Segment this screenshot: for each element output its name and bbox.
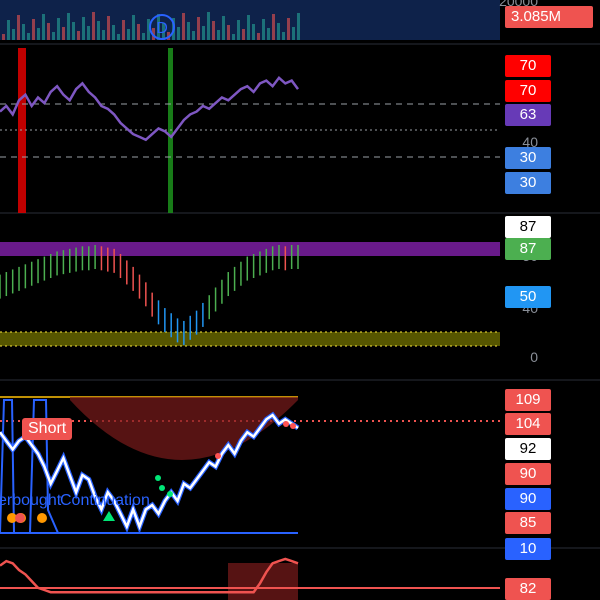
continuation-annotation: Continuation	[60, 492, 150, 509]
volume-bar	[202, 26, 205, 40]
volume-bar	[132, 15, 135, 40]
chart-stage: D 20000 3.085M 40 50 40 0 Short erbought…	[0, 0, 600, 600]
volume-bar	[112, 25, 115, 40]
volume-bar	[42, 14, 45, 40]
stoch-upper-band	[0, 242, 500, 256]
volume-bar	[242, 29, 245, 40]
osc-cloud	[70, 397, 298, 460]
volume-bar	[52, 32, 55, 40]
volume-bar	[277, 23, 280, 40]
osc-signal-dot	[37, 513, 47, 523]
volume-bar	[297, 13, 300, 40]
volume-bar	[187, 22, 190, 40]
price-badge: 85	[505, 512, 551, 534]
price-badge: 70	[505, 55, 551, 77]
bottom-cloud	[228, 563, 298, 600]
volume-bar	[282, 32, 285, 40]
price-badge: 90	[505, 488, 551, 510]
price-badge: 104	[505, 413, 551, 435]
price-badge: 87	[505, 216, 551, 238]
price-badge: 90	[505, 463, 551, 485]
volume-bar	[27, 33, 30, 40]
osc-green-dot	[155, 475, 161, 481]
volume-bar	[32, 19, 35, 40]
volume-bar	[197, 17, 200, 40]
volume-bar	[137, 24, 140, 40]
volume-bar	[217, 30, 220, 40]
rsi-line	[0, 75, 300, 142]
osc-red-dot	[215, 453, 221, 459]
osc-green-dot	[167, 491, 173, 497]
osc-signal-pulse-1	[0, 399, 18, 534]
price-badge: 109	[505, 389, 551, 411]
volume-bar	[17, 15, 20, 40]
volume-bar	[182, 13, 185, 40]
volume-bar	[97, 21, 100, 40]
volume-bar	[227, 25, 230, 40]
volume-bar	[262, 19, 265, 40]
volume-bar	[92, 12, 95, 40]
osc-buy-triangle	[103, 511, 115, 521]
stoch-axis-label-0: 0	[530, 349, 538, 365]
volume-bar	[237, 20, 240, 40]
volume-bar	[7, 20, 10, 40]
osc-signal-dot-red	[15, 513, 25, 523]
volume-bar	[72, 22, 75, 40]
session-marker-label: D	[156, 20, 168, 37]
volume-last-value-badge: 3.085M	[505, 6, 593, 28]
volume-bar	[272, 14, 275, 40]
volume-bar	[102, 30, 105, 40]
stoch-lower-band	[0, 332, 500, 346]
price-badge: 10	[505, 538, 551, 560]
short-annotation: Short	[22, 418, 73, 440]
price-badge: 87	[505, 238, 551, 260]
price-badge: 50	[505, 286, 551, 308]
volume-bar	[222, 16, 225, 40]
volume-bar	[12, 29, 15, 40]
volume-bar	[22, 24, 25, 40]
volume-bar	[142, 33, 145, 40]
volume-bar	[207, 12, 210, 40]
volume-bar	[122, 20, 125, 40]
volume-bar	[247, 15, 250, 40]
price-badge: 92	[505, 438, 551, 460]
osc-red-dot	[283, 421, 289, 427]
volume-bar	[257, 33, 260, 40]
volume-bar	[292, 27, 295, 40]
price-badge: 63	[505, 104, 551, 126]
volume-bar	[2, 34, 5, 40]
osc-red-dot	[290, 423, 296, 429]
volume-bar	[57, 18, 60, 40]
volume-bar	[177, 27, 180, 40]
volume-bar	[67, 13, 70, 40]
price-badge: 82	[505, 578, 551, 600]
volume-bar	[37, 28, 40, 40]
overbought-annotation: erbought	[0, 492, 62, 509]
volume-bar	[77, 31, 80, 40]
volume-bar	[212, 21, 215, 40]
price-badge: 30	[505, 172, 551, 194]
volume-bar	[287, 18, 290, 40]
volume-bar	[87, 26, 90, 40]
volume-bar	[82, 17, 85, 40]
volume-bar	[252, 24, 255, 40]
volume-bar	[117, 34, 120, 40]
osc-green-dot	[159, 485, 165, 491]
volume-bar	[192, 31, 195, 40]
volume-bar	[107, 16, 110, 40]
volume-bar	[47, 23, 50, 40]
price-badge: 30	[505, 147, 551, 169]
volume-bar	[232, 34, 235, 40]
volume-bar	[62, 27, 65, 40]
volume-bar	[267, 28, 270, 40]
volume-bar	[127, 29, 130, 40]
price-badge: 70	[505, 80, 551, 102]
